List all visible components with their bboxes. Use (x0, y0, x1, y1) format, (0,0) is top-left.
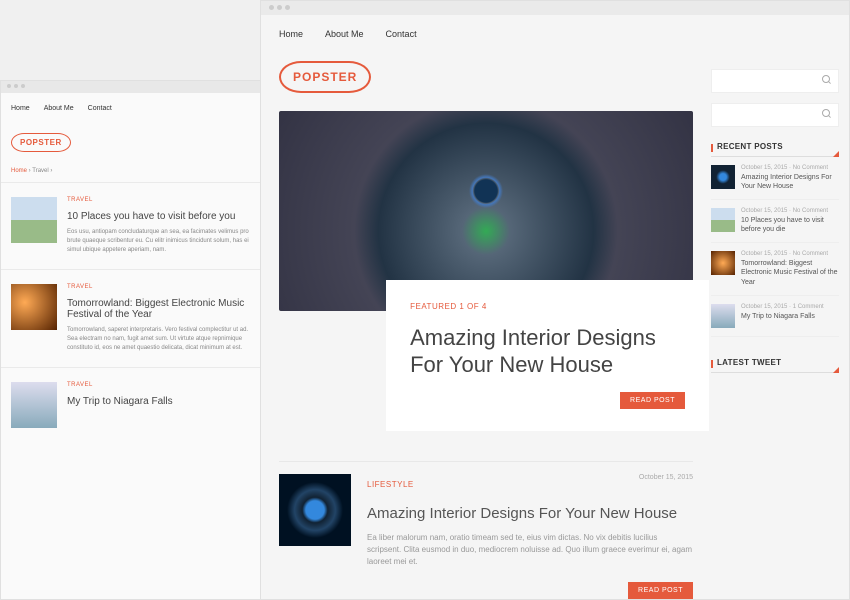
post-excerpt: Eos usu, antiopam concludaturque an sea,… (67, 228, 259, 255)
read-post-button[interactable]: READ POST (620, 392, 685, 409)
post-excerpt: Ea liber malorum nam, oratio timeam sed … (367, 532, 693, 568)
sidebar: RECENT POSTS October 15, 2015 · No Comme… (711, 15, 849, 600)
crumb-home[interactable]: Home (11, 168, 27, 174)
logo-wrap: POPSTER (1, 124, 269, 168)
post-thumbnail[interactable] (279, 474, 351, 546)
recent-thumbnail (711, 251, 735, 275)
logo-wrap: POPSTER (279, 53, 693, 111)
post-title[interactable]: Amazing Interior Designs For Your New Ho… (367, 504, 693, 524)
recent-title[interactable]: My Trip to Niagara Falls (741, 312, 824, 321)
window-controls (1, 81, 269, 93)
brand-logo[interactable]: POPSTER (279, 61, 371, 93)
read-post-button[interactable]: READ POST (628, 582, 693, 599)
post-excerpt: Tomorrowland, saperet interpretaris. Ver… (67, 326, 259, 353)
breadcrumb: Home › Travel › (1, 168, 269, 182)
search-input[interactable] (712, 104, 838, 126)
window-primary: Home About Me Contact POPSTER FEATURED 1… (260, 0, 850, 600)
post-thumbnail (11, 284, 57, 330)
post-body: TRAVEL 10 Places you have to visit befor… (67, 197, 259, 255)
hero-image: FEATURED 1 OF 4 Amazing Interior Designs… (279, 111, 693, 311)
post-title[interactable]: My Trip to Niagara Falls (67, 396, 259, 407)
post-category[interactable]: TRAVEL (67, 197, 259, 203)
nav-contact[interactable]: Contact (88, 105, 112, 112)
list-post: LIFESTYLE October 15, 2015 Amazing Inter… (279, 461, 693, 600)
crumb-current: Travel (32, 168, 48, 174)
maximize-icon[interactable] (21, 84, 25, 88)
post-thumbnail (11, 382, 57, 428)
maximize-icon[interactable] (285, 5, 290, 10)
nav-bar: Home About Me Contact (279, 15, 693, 53)
post-item[interactable]: TRAVEL Tomorrowland: Biggest Electronic … (1, 269, 269, 367)
post-date: October 15, 2015 (639, 474, 693, 481)
post-title[interactable]: Tomorrowland: Biggest Electronic Music F… (67, 298, 259, 320)
search-input[interactable] (712, 70, 838, 92)
post-thumbnail (11, 197, 57, 243)
feature-card: FEATURED 1 OF 4 Amazing Interior Designs… (386, 280, 709, 431)
recent-thumbnail (711, 165, 735, 189)
post-category[interactable]: LIFESTYLE (367, 480, 414, 489)
minimize-icon[interactable] (14, 84, 18, 88)
widget-tweet-heading: LATEST TWEET (711, 353, 839, 373)
close-icon[interactable] (7, 84, 11, 88)
recent-thumbnail (711, 208, 735, 232)
recent-post-item[interactable]: October 15, 2015 · No Comment Amazing In… (711, 157, 839, 200)
recent-post-item[interactable]: October 15, 2015 · 1 Comment My Trip to … (711, 296, 839, 337)
close-icon[interactable] (269, 5, 274, 10)
widget-recent-heading: RECENT POSTS (711, 137, 839, 157)
post-body: TRAVEL My Trip to Niagara Falls (67, 382, 259, 428)
feature-title[interactable]: Amazing Interior Designs For Your New Ho… (410, 325, 685, 378)
search-icon[interactable] (822, 75, 832, 85)
recent-post-item[interactable]: October 15, 2015 · No Comment 10 Places … (711, 200, 839, 243)
post-body: TRAVEL Tomorrowland: Biggest Electronic … (67, 284, 259, 353)
nav-home[interactable]: Home (279, 29, 303, 39)
recent-meta: October 15, 2015 · No Comment (741, 165, 839, 171)
nav-contact[interactable]: Contact (386, 29, 417, 39)
brand-logo[interactable]: POPSTER (11, 133, 71, 152)
post-body: LIFESTYLE October 15, 2015 Amazing Inter… (367, 474, 693, 599)
nav-about[interactable]: About Me (325, 29, 364, 39)
main-column: Home About Me Contact POPSTER FEATURED 1… (261, 15, 711, 600)
post-category[interactable]: TRAVEL (67, 284, 259, 290)
recent-post-item[interactable]: October 15, 2015 · No Comment Tomorrowla… (711, 243, 839, 295)
nav-home[interactable]: Home (11, 105, 30, 112)
recent-thumbnail (711, 304, 735, 328)
recent-title[interactable]: Tomorrowland: Biggest Electronic Music F… (741, 259, 839, 286)
post-category[interactable]: TRAVEL (67, 382, 259, 388)
recent-meta: October 15, 2015 · No Comment (741, 251, 839, 257)
nav-bar: Home About Me Contact (1, 93, 269, 124)
search-icon[interactable] (822, 109, 832, 119)
search-box (711, 103, 839, 127)
recent-title[interactable]: 10 Places you have to visit before you d… (741, 216, 839, 234)
search-box (711, 69, 839, 93)
post-title[interactable]: 10 Places you have to visit before you (67, 211, 259, 222)
window-controls (261, 1, 849, 15)
recent-meta: October 15, 2015 · No Comment (741, 208, 839, 214)
nav-about[interactable]: About Me (44, 105, 74, 112)
window-secondary: Home About Me Contact POPSTER Home › Tra… (0, 80, 270, 600)
post-item[interactable]: TRAVEL 10 Places you have to visit befor… (1, 182, 269, 269)
recent-title[interactable]: Amazing Interior Designs For Your New Ho… (741, 173, 839, 191)
recent-meta: October 15, 2015 · 1 Comment (741, 304, 824, 310)
post-item[interactable]: TRAVEL My Trip to Niagara Falls (1, 367, 269, 442)
minimize-icon[interactable] (277, 5, 282, 10)
feature-counter: FEATURED 1 OF 4 (410, 302, 685, 311)
